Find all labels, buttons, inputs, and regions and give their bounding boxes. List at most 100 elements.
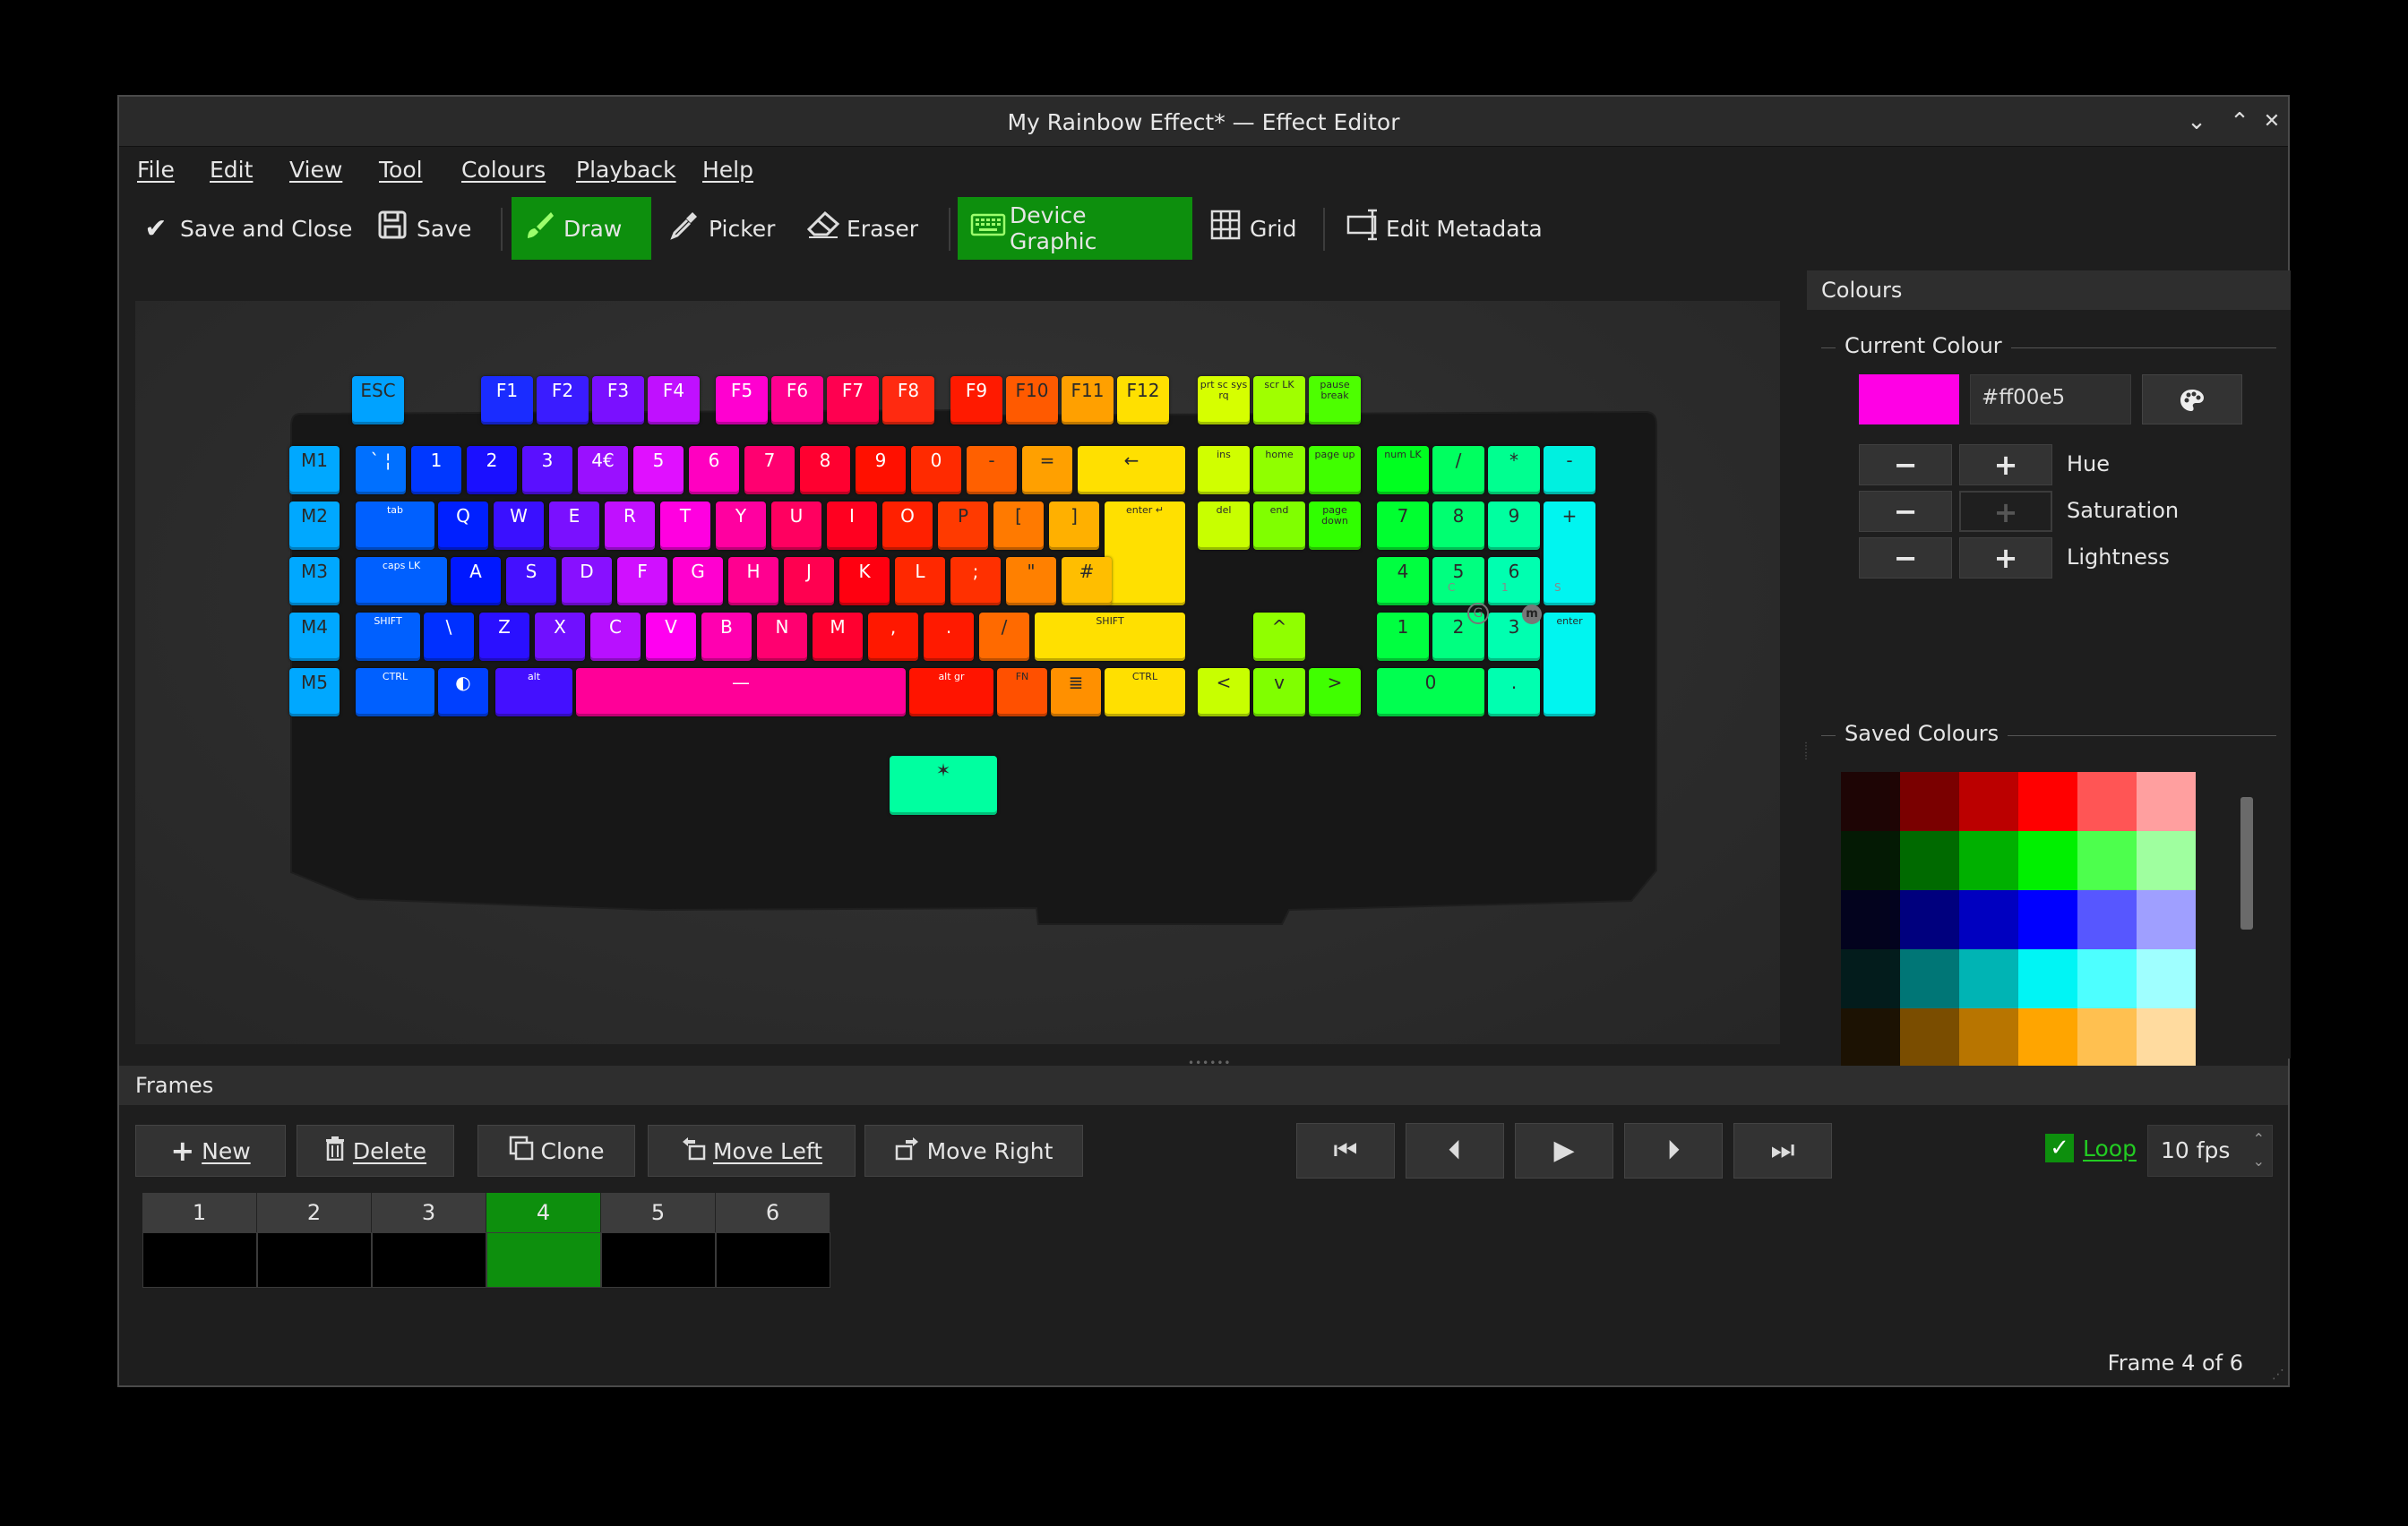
- keyboard-key[interactable]: +: [1544, 502, 1595, 605]
- menu-view[interactable]: View: [289, 157, 342, 183]
- keyboard-key[interactable]: ` ¦: [356, 446, 406, 494]
- keyboard-key[interactable]: page down: [1309, 502, 1361, 550]
- hue-decrease-button[interactable]: −: [1859, 444, 1952, 485]
- keyboard-key[interactable]: CTRL: [356, 668, 434, 716]
- saturation-increase-button[interactable]: +: [1959, 491, 2052, 532]
- menu-tool[interactable]: Tool: [379, 157, 423, 183]
- keyboard-key[interactable]: alt: [495, 668, 572, 716]
- draw-tool-button[interactable]: Draw: [512, 197, 651, 260]
- save-button[interactable]: Save: [365, 197, 484, 260]
- lightness-increase-button[interactable]: +: [1959, 537, 2052, 579]
- keyboard-key[interactable]: F10: [1006, 376, 1058, 424]
- keyboard-key[interactable]: W: [494, 502, 544, 550]
- saved-colour-swatch[interactable]: [1841, 1008, 1900, 1067]
- picker-tool-button[interactable]: Picker: [657, 197, 787, 260]
- keyboard-key[interactable]: 5: [1432, 557, 1484, 605]
- keyboard-key[interactable]: 1: [1377, 613, 1429, 661]
- saved-colour-swatch[interactable]: [1900, 949, 1959, 1008]
- close-button[interactable]: ✕: [2256, 106, 2288, 138]
- menu-help[interactable]: Help: [702, 157, 753, 183]
- lightness-decrease-button[interactable]: −: [1859, 537, 1952, 579]
- keyboard-key[interactable]: scr LK: [1253, 376, 1305, 424]
- keyboard-key[interactable]: v: [1253, 668, 1305, 716]
- move-left-button[interactable]: Move Left: [648, 1125, 856, 1177]
- saved-colour-swatch[interactable]: [1841, 831, 1900, 890]
- palette-picker-button[interactable]: [2142, 374, 2242, 424]
- keyboard-key[interactable]: 0: [1377, 668, 1484, 716]
- keyboard-key[interactable]: prt sc sys rq: [1198, 376, 1250, 424]
- keyboard-key[interactable]: N: [757, 613, 807, 661]
- frame-header-2[interactable]: 2: [257, 1193, 372, 1232]
- saved-colour-swatch[interactable]: [2018, 831, 2077, 890]
- keyboard-key[interactable]: —: [576, 668, 906, 716]
- frame-thumbnail-5[interactable]: [601, 1232, 716, 1288]
- saved-colour-swatch[interactable]: [2137, 890, 2196, 949]
- keyboard-key[interactable]: F9: [950, 376, 1002, 424]
- menu-edit[interactable]: Edit: [210, 157, 253, 183]
- keyboard-key[interactable]: 8: [800, 446, 850, 494]
- keyboard-key[interactable]: =: [1022, 446, 1072, 494]
- keyboard-key[interactable]: H: [728, 557, 778, 605]
- saved-colour-swatch[interactable]: [1900, 890, 1959, 949]
- saved-colour-swatch[interactable]: [2077, 831, 2137, 890]
- keyboard-key[interactable]: A: [451, 557, 501, 605]
- keyboard-key[interactable]: CTRL: [1105, 668, 1185, 716]
- keyboard-key[interactable]: enter: [1544, 613, 1595, 716]
- keyboard-key[interactable]: ]: [1049, 502, 1099, 550]
- saved-colour-swatch[interactable]: [1959, 772, 2018, 831]
- keyboard-key[interactable]: U: [771, 502, 821, 550]
- saved-colour-swatch[interactable]: [1900, 831, 1959, 890]
- keyboard-key[interactable]: -: [967, 446, 1017, 494]
- minimize-button[interactable]: ⌄: [2180, 106, 2213, 138]
- keyboard-key[interactable]: 6: [689, 446, 739, 494]
- keyboard-key[interactable]: ;: [950, 557, 1001, 605]
- keyboard-key[interactable]: I: [827, 502, 877, 550]
- keyboard-key[interactable]: F2: [537, 376, 589, 424]
- frame-header-5[interactable]: 5: [601, 1193, 716, 1232]
- edit-metadata-button[interactable]: Edit Metadata: [1334, 197, 1555, 260]
- keyboard-key[interactable]: 4: [1377, 557, 1429, 605]
- keyboard-key[interactable]: F1: [481, 376, 533, 424]
- keyboard-key[interactable]: alt gr: [909, 668, 993, 716]
- frame-thumbnail-1[interactable]: [142, 1232, 257, 1288]
- keyboard-key[interactable]: F8: [882, 376, 934, 424]
- keyboard-key[interactable]: del: [1198, 502, 1250, 550]
- saved-colour-swatch[interactable]: [1841, 949, 1900, 1008]
- current-colour-swatch[interactable]: [1859, 374, 1959, 424]
- play-button[interactable]: ▶: [1515, 1123, 1613, 1179]
- save-and-close-button[interactable]: ✔ Save and Close: [128, 197, 365, 260]
- saved-colours-scrollbar[interactable]: [2239, 772, 2255, 1094]
- keyboard-key[interactable]: caps LK: [356, 557, 447, 605]
- move-right-button[interactable]: Move Right: [864, 1125, 1083, 1177]
- keyboard-key[interactable]: F12: [1117, 376, 1169, 424]
- keyboard-key[interactable]: \: [424, 613, 474, 661]
- keyboard-key[interactable]: S: [506, 557, 556, 605]
- keyboard-key[interactable]: F: [617, 557, 667, 605]
- saved-colour-swatch[interactable]: [2018, 772, 2077, 831]
- clone-frame-button[interactable]: Clone: [477, 1125, 635, 1177]
- new-frame-button[interactable]: + New: [135, 1125, 286, 1177]
- keyboard-key[interactable]: F6: [771, 376, 823, 424]
- frame-thumbnail-3[interactable]: [372, 1232, 486, 1288]
- keyboard-key[interactable]: page up: [1309, 446, 1361, 494]
- keyboard-key[interactable]: /: [979, 613, 1029, 661]
- keyboard-key[interactable]: L: [895, 557, 945, 605]
- keyboard-key[interactable]: 9: [856, 446, 906, 494]
- keyboard-key[interactable]: *: [1488, 446, 1540, 494]
- keyboard-key[interactable]: 9: [1488, 502, 1540, 550]
- keyboard-key[interactable]: 7: [1377, 502, 1429, 550]
- fps-spinbox[interactable]: 10 fps ⌃ ⌄: [2147, 1125, 2273, 1177]
- saved-colour-swatch[interactable]: [1900, 1008, 1959, 1067]
- resize-grip-icon[interactable]: ⋰: [2272, 1367, 2284, 1382]
- keyboard-key[interactable]: K: [839, 557, 890, 605]
- keyboard-key[interactable]: ,: [868, 613, 918, 661]
- keyboard-key[interactable]: ◐: [438, 668, 488, 716]
- keyboard-key[interactable]: [: [993, 502, 1044, 550]
- spin-arrows-icon[interactable]: ⌃ ⌄: [2253, 1127, 2265, 1172]
- keyboard-key[interactable]: C: [590, 613, 641, 661]
- saved-colour-swatch[interactable]: [1841, 890, 1900, 949]
- keyboard-key[interactable]: ←: [1078, 446, 1185, 494]
- saved-colour-swatch[interactable]: [1841, 772, 1900, 831]
- keyboard-key[interactable]: ✶: [890, 756, 997, 815]
- frame-header-4[interactable]: 4: [486, 1193, 601, 1232]
